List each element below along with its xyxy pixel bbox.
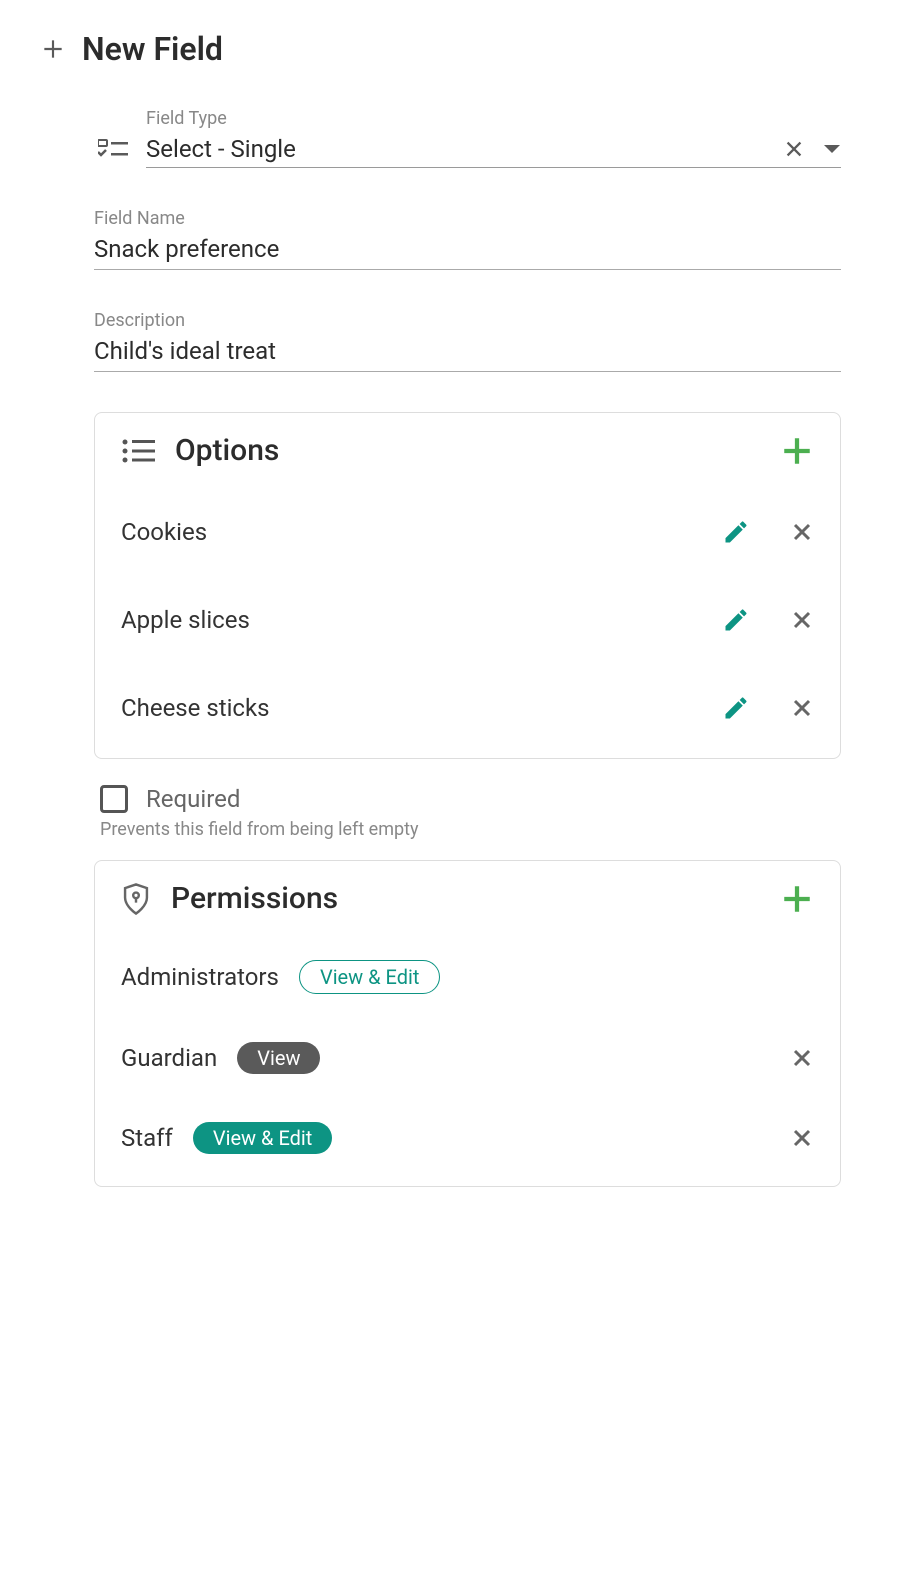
shield-icon bbox=[121, 882, 151, 916]
remove-option-button[interactable] bbox=[790, 520, 814, 544]
plus-icon bbox=[40, 36, 66, 62]
clear-type-icon[interactable] bbox=[783, 138, 805, 160]
permissions-card: Permissions Administrators View & Edit G… bbox=[94, 860, 841, 1187]
field-name-input[interactable]: Snack preference bbox=[94, 235, 841, 270]
permissions-heading: Permissions bbox=[171, 881, 338, 916]
remove-permission-button[interactable] bbox=[790, 1126, 814, 1150]
field-name-label: Field Name bbox=[94, 208, 841, 229]
edit-option-button[interactable] bbox=[722, 606, 750, 634]
permission-badge[interactable]: View bbox=[237, 1042, 320, 1074]
permission-row: Administrators View & Edit bbox=[121, 936, 814, 1018]
required-checkbox[interactable] bbox=[100, 785, 128, 813]
dropdown-caret-icon[interactable] bbox=[823, 143, 841, 155]
required-help-text: Prevents this field from being left empt… bbox=[100, 819, 841, 840]
permission-row: Guardian View bbox=[121, 1018, 814, 1098]
option-label: Cheese sticks bbox=[121, 694, 270, 722]
page-title: New Field bbox=[82, 30, 223, 68]
permission-role: Administrators bbox=[121, 963, 279, 991]
add-option-button[interactable] bbox=[780, 434, 814, 468]
remove-option-button[interactable] bbox=[790, 608, 814, 632]
option-row: Cookies bbox=[121, 488, 814, 576]
field-type-label: Field Type bbox=[146, 108, 841, 129]
field-type-value: Select - Single bbox=[146, 135, 296, 163]
option-row: Cheese sticks bbox=[121, 664, 814, 752]
list-icon bbox=[121, 437, 155, 465]
permission-role: Guardian bbox=[121, 1044, 217, 1072]
edit-option-button[interactable] bbox=[722, 518, 750, 546]
option-label: Apple slices bbox=[121, 606, 250, 634]
permission-badge[interactable]: View & Edit bbox=[193, 1122, 332, 1154]
option-label: Cookies bbox=[121, 518, 207, 546]
options-heading: Options bbox=[175, 433, 279, 468]
options-card: Options Cookies Apple slices Cheese bbox=[94, 412, 841, 759]
permission-role: Staff bbox=[121, 1124, 173, 1152]
option-row: Apple slices bbox=[121, 576, 814, 664]
description-label: Description bbox=[94, 310, 841, 331]
add-permission-button[interactable] bbox=[780, 882, 814, 916]
permission-badge[interactable]: View & Edit bbox=[299, 960, 440, 994]
page-header: New Field bbox=[40, 30, 841, 68]
description-input[interactable]: Child's ideal treat bbox=[94, 337, 841, 372]
remove-permission-button[interactable] bbox=[790, 1046, 814, 1070]
select-type-icon bbox=[98, 138, 128, 160]
remove-option-button[interactable] bbox=[790, 696, 814, 720]
permission-row: Staff View & Edit bbox=[121, 1098, 814, 1178]
edit-option-button[interactable] bbox=[722, 694, 750, 722]
required-label: Required bbox=[146, 785, 240, 813]
field-type-select[interactable]: Field Type Select - Single bbox=[146, 108, 841, 168]
